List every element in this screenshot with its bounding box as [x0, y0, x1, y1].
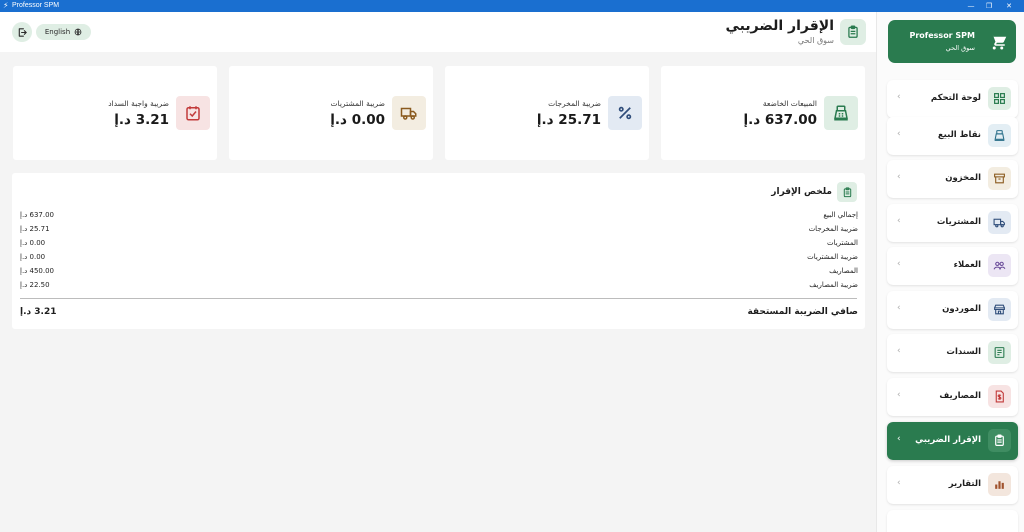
summary-row-label: إجمالي البيع [823, 211, 858, 219]
card-tax-payable: ضريبة واجبة السداد 3.21 د.إ [13, 66, 217, 160]
sidebar-item-expenses[interactable]: ‹ المصاريف [887, 378, 1018, 416]
page-subtitle: سوق الحي [797, 36, 834, 45]
brand-name: Professor SPM [909, 31, 975, 40]
summary-row-label: ضريبة المشتريات [807, 253, 858, 261]
brand-subtitle: سوق الحي [945, 44, 975, 52]
sidebar-item-suppliers[interactable]: ‹ الموردون [887, 291, 1018, 329]
summary-row-value: 450.00 د.إ [20, 267, 55, 275]
chevron-left-icon: ‹ [897, 434, 901, 444]
summary-row-label: المشتريات [826, 239, 858, 247]
sidebar-item-purchases[interactable]: ‹ المشتريات [887, 204, 1018, 242]
cash-register-icon [988, 124, 1011, 147]
sidebar-item-label: المصاريف [939, 391, 981, 401]
archive-icon [988, 167, 1011, 190]
net-tax-value: 3.21 د.إ [20, 307, 57, 317]
summary-row-label: ضريبة المصاريف [809, 281, 858, 289]
summary-title: ملخص الإقرار [771, 187, 832, 197]
summary-row-label: ضريبة المخرجات [808, 225, 858, 233]
card-value: 0.00 د.إ [330, 112, 385, 128]
sidebar-item-label: التقارير [948, 479, 981, 489]
sidebar-item-tax-return[interactable]: ‹ الإقرار الضريبي [887, 422, 1018, 460]
summary-row-label: المصاريف [829, 267, 858, 275]
expense-icon [988, 385, 1011, 408]
chevron-left-icon: ‹ [897, 172, 901, 182]
card-label: ضريبة واجبة السداد [108, 99, 169, 108]
window-titlebar: ⚡ Professor SPM — ❐ ✕ [0, 0, 1024, 12]
sidebar-item-vouchers[interactable]: ‹ السندات [887, 334, 1018, 372]
sidebar-item-reports[interactable]: ‹ التقارير [887, 466, 1018, 504]
truck-icon [392, 96, 426, 130]
close-button[interactable]: ✕ [994, 0, 1024, 12]
clipboard-icon [988, 429, 1011, 452]
chevron-left-icon: ‹ [897, 216, 901, 226]
summary-row-value: 25.71 د.إ [20, 225, 50, 233]
card-purchase-tax: ضريبة المشتريات 0.00 د.إ [229, 66, 433, 160]
truck-icon [988, 211, 1011, 234]
net-tax-label: صافي الضريبة المستحقة [747, 307, 858, 317]
bar-chart-icon [988, 473, 1011, 496]
window-title: Professor SPM [12, 2, 60, 9]
clipboard-icon [837, 182, 857, 202]
sidebar-item-dashboard[interactable]: ‹ لوحة التحكم [887, 80, 1018, 118]
chevron-left-icon: ‹ [897, 303, 901, 313]
sidebar-item-partial[interactable] [887, 510, 1018, 532]
language-toggle-button[interactable]: English [36, 24, 91, 40]
chevron-left-icon: ‹ [897, 478, 901, 488]
language-label: English [44, 28, 71, 36]
sidebar-item-label: نقاط البيع [937, 130, 981, 140]
app-icon: ⚡ [3, 1, 9, 10]
summary-row-value: 22.50 د.إ [20, 281, 50, 289]
card-value: 3.21 د.إ [114, 112, 169, 128]
clipboard-icon [840, 19, 866, 45]
shopping-cart-icon [988, 32, 1008, 52]
logout-icon [18, 27, 27, 37]
card-output-tax: ضريبة المخرجات 25.71 د.إ [445, 66, 649, 160]
sidebar: Professor SPM سوق الحي ‹ لوحة التحكم ‹ ن… [876, 12, 1024, 532]
summary-row-value: 0.00 د.إ [20, 239, 46, 247]
sidebar-item-label: السندات [946, 347, 981, 357]
receipt-icon [988, 341, 1011, 364]
chevron-left-icon: ‹ [897, 129, 901, 139]
card-label: ضريبة المخرجات [548, 99, 601, 108]
sidebar-item-inventory[interactable]: ‹ المخزون [887, 160, 1018, 198]
sidebar-item-label: العملاء [953, 260, 981, 270]
sidebar-item-label: المخزون [945, 173, 981, 183]
summary-divider [20, 298, 857, 299]
checkbox-icon [176, 96, 210, 130]
sidebar-item-pos[interactable]: ‹ نقاط البيع [887, 117, 1018, 155]
sidebar-item-label: الموردون [942, 304, 981, 314]
summary-row-value: 637.00 د.إ [20, 211, 55, 219]
card-value: 637.00 د.إ [743, 112, 818, 128]
summary-row-value: 0.00 د.إ [20, 253, 46, 261]
return-summary-panel: ملخص الإقرار إجمالي البيع 637.00 د.إ ضري… [12, 173, 865, 329]
brand-card: Professor SPM سوق الحي [888, 20, 1016, 63]
card-value: 25.71 د.إ [536, 112, 601, 128]
page-title: الإقرار الضريبي [725, 18, 834, 34]
chevron-left-icon: ‹ [897, 92, 901, 102]
sidebar-item-label: المشتريات [936, 217, 981, 227]
logout-button[interactable] [12, 22, 32, 42]
card-label: المبيعات الخاضعة [762, 99, 817, 108]
users-icon [988, 254, 1011, 277]
chevron-left-icon: ‹ [897, 390, 901, 400]
dashboard-icon [988, 87, 1011, 110]
sidebar-item-label: لوحة التحكم [930, 93, 981, 103]
sidebar-item-customers[interactable]: ‹ العملاء [887, 247, 1018, 285]
chevron-left-icon: ‹ [897, 346, 901, 356]
sidebar-item-label: الإقرار الضريبي [915, 435, 981, 445]
store-icon [988, 298, 1011, 321]
percent-icon [608, 96, 642, 130]
card-taxable-sales: المبيعات الخاضعة 637.00 د.إ [661, 66, 865, 160]
card-label: ضريبة المشتريات [330, 99, 386, 108]
globe-icon [74, 28, 82, 36]
chevron-left-icon: ‹ [897, 259, 901, 269]
cash-register-icon [824, 96, 858, 130]
